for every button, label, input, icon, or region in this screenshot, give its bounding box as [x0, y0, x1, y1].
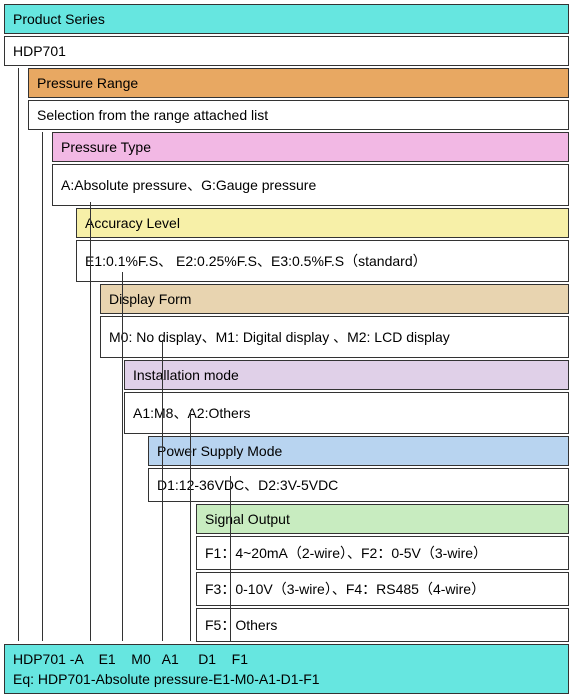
product-series-value: HDP701 — [4, 36, 569, 66]
order-code-diagram: Product Series HDP701 Pressure Range Sel… — [4, 4, 569, 694]
code-text: HDP701 -A E1 M0 A1 D1 F1 — [13, 651, 248, 667]
value: A:Absolute pressure、G:Gauge pressure — [61, 177, 316, 193]
label: Accuracy Level — [85, 215, 180, 231]
signal-output-value-2: F3：0-10V（3-wire）、F4：RS485（4-wire） — [196, 572, 569, 606]
label: Installation mode — [133, 367, 239, 383]
pressure-type-header: Pressure Type — [52, 132, 569, 162]
label: Product Series — [13, 11, 105, 27]
signal-output-value-3: F5：Others — [196, 608, 569, 642]
signal-output-header: Signal Output — [196, 504, 569, 534]
pressure-range-value: Selection from the range attached list — [28, 100, 569, 130]
display-form-header: Display Form — [100, 284, 569, 314]
example-text: Eq: HDP701-Absolute pressure-E1-M0-A1-D1… — [13, 671, 320, 687]
installation-mode-header: Installation mode — [124, 360, 569, 390]
signal-output-value-1: F1：4~20mA（2-wire）、F2：0-5V（3-wire） — [196, 536, 569, 570]
pressure-range-header: Pressure Range — [28, 68, 569, 98]
value: Selection from the range attached list — [37, 107, 268, 123]
accuracy-level-value: E1:0.1%F.S、 E2:0.25%F.S、E3:0.5%F.S（stand… — [76, 240, 569, 282]
power-supply-value: D1:12-36VDC、D2:3V-5VDC — [148, 468, 569, 502]
label: Pressure Range — [37, 75, 138, 91]
display-form-value: M0: No display、M1: Digital display 、M2: … — [100, 316, 569, 358]
code-line: HDP701 -A E1 M0 A1 D1 F1 — [13, 649, 560, 669]
value: D1:12-36VDC、D2:3V-5VDC — [157, 477, 338, 493]
value: E1:0.1%F.S、 E2:0.25%F.S、E3:0.5%F.S（stand… — [85, 253, 427, 269]
value: HDP701 — [13, 43, 66, 59]
label: Pressure Type — [61, 139, 151, 155]
label: Power Supply Mode — [157, 443, 282, 459]
value: F1：4~20mA（2-wire）、F2：0-5V（3-wire） — [205, 545, 487, 561]
pressure-type-value: A:Absolute pressure、G:Gauge pressure — [52, 164, 569, 206]
value: F5：Others — [205, 617, 277, 633]
value: F3：0-10V（3-wire）、F4：RS485（4-wire） — [205, 581, 485, 597]
value: A1:M8、A2:Others — [133, 405, 251, 421]
accuracy-level-header: Accuracy Level — [76, 208, 569, 238]
label: Signal Output — [205, 511, 290, 527]
product-series-header: Product Series — [4, 4, 569, 34]
power-supply-header: Power Supply Mode — [148, 436, 569, 466]
value: M0: No display、M1: Digital display 、M2: … — [109, 329, 450, 345]
example-line: Eq: HDP701-Absolute pressure-E1-M0-A1-D1… — [13, 669, 560, 689]
